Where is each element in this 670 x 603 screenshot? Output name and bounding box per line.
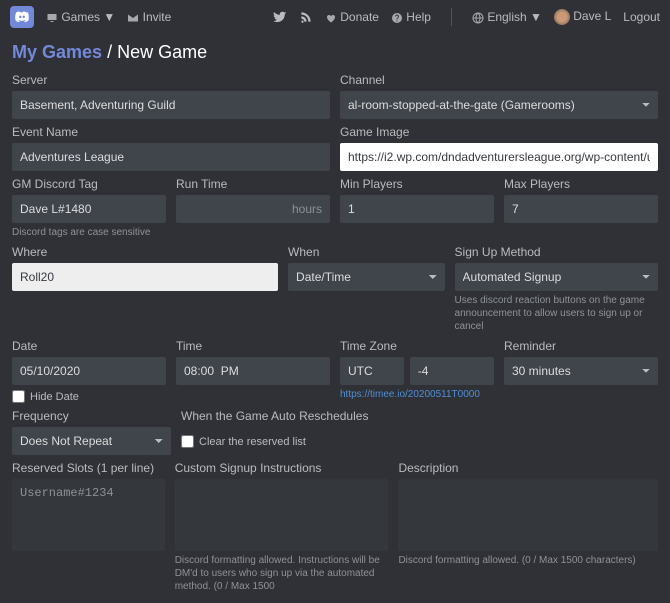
twitter-icon[interactable] — [273, 10, 287, 24]
timezone-link[interactable]: https://timee.io/20200511T0000 — [340, 389, 494, 400]
time-input[interactable] — [176, 357, 330, 385]
max-players-label: Max Players — [504, 177, 658, 191]
chevron-down-icon: ▼ — [103, 10, 115, 24]
where-input[interactable] — [12, 263, 278, 291]
game-image-label: Game Image — [340, 125, 658, 139]
max-players-input[interactable] — [504, 195, 658, 223]
auto-resched-label: When the Game Auto Reschedules — [181, 409, 658, 423]
run-time-suffix: hours — [292, 202, 322, 216]
app-logo[interactable] — [10, 6, 34, 28]
signup-help: Uses discord reaction buttons on the gam… — [455, 294, 658, 333]
description-help: Discord formatting allowed. (0 / Max 150… — [398, 554, 658, 567]
logout-link[interactable]: Logout — [623, 10, 660, 24]
globe-icon — [472, 12, 484, 24]
instructions-label: Custom Signup Instructions — [175, 461, 389, 475]
envelope-icon — [127, 12, 139, 24]
rss-icon[interactable] — [299, 10, 313, 24]
reserved-label: Reserved Slots (1 per line) — [12, 461, 165, 475]
language-menu[interactable]: English ▼ — [472, 10, 542, 24]
date-label: Date — [12, 339, 166, 353]
breadcrumb-root[interactable]: My Games — [12, 42, 102, 62]
avatar — [554, 9, 570, 25]
event-name-input[interactable] — [12, 143, 330, 171]
reminder-select[interactable]: 30 minutes — [504, 357, 658, 385]
chevron-down-icon: ▼ — [530, 10, 542, 24]
server-input[interactable] — [12, 91, 330, 119]
clear-reserved-checkbox[interactable] — [181, 435, 194, 448]
topbar: Games ▼ Invite Donate Help English ▼ Dav… — [0, 0, 670, 34]
question-icon — [391, 12, 403, 24]
gm-tag-help: Discord tags are case sensitive — [12, 226, 166, 239]
clear-reserved-label: Clear the reserved list — [199, 436, 306, 448]
game-image-input[interactable] — [340, 143, 658, 171]
date-input[interactable] — [12, 357, 166, 385]
instructions-help: Discord formatting allowed. Instructions… — [175, 554, 389, 593]
breadcrumb: My Games / New Game — [12, 42, 658, 63]
min-players-label: Min Players — [340, 177, 494, 191]
instructions-textarea[interactable] — [175, 479, 389, 551]
donate-link[interactable]: Donate — [325, 10, 379, 24]
heart-hand-icon — [325, 12, 337, 24]
timezone-utc-input[interactable] — [340, 357, 404, 385]
run-time-label: Run Time — [176, 177, 330, 191]
monitor-icon — [46, 12, 58, 24]
help-link[interactable]: Help — [391, 10, 431, 24]
hide-date-checkbox[interactable] — [12, 390, 25, 403]
description-label: Description — [398, 461, 658, 475]
user-menu[interactable]: Dave L — [554, 9, 611, 25]
frequency-label: Frequency — [12, 409, 171, 423]
channel-label: Channel — [340, 73, 658, 87]
invite-link[interactable]: Invite — [127, 10, 171, 24]
games-menu[interactable]: Games ▼ — [46, 10, 115, 24]
server-label: Server — [12, 73, 330, 87]
reserved-textarea[interactable] — [12, 479, 165, 551]
where-label: Where — [12, 245, 278, 259]
gm-tag-label: GM Discord Tag — [12, 177, 166, 191]
breadcrumb-current: New Game — [117, 42, 207, 62]
channel-select[interactable]: al-room-stopped-at-the-gate (Gamerooms) — [340, 91, 658, 119]
when-label: When — [288, 245, 445, 259]
description-textarea[interactable] — [398, 479, 658, 551]
signup-select[interactable]: Automated Signup — [455, 263, 658, 291]
min-players-input[interactable] — [340, 195, 494, 223]
hide-date-label: Hide Date — [30, 391, 79, 403]
timezone-offset-input[interactable] — [410, 357, 494, 385]
reminder-label: Reminder — [504, 339, 658, 353]
when-select[interactable]: Date/Time — [288, 263, 445, 291]
time-label: Time — [176, 339, 330, 353]
timezone-label: Time Zone — [340, 339, 494, 353]
signup-label: Sign Up Method — [455, 245, 658, 259]
event-name-label: Event Name — [12, 125, 330, 139]
gm-tag-input[interactable] — [12, 195, 166, 223]
separator — [451, 8, 452, 26]
frequency-select[interactable]: Does Not Repeat — [12, 427, 171, 455]
